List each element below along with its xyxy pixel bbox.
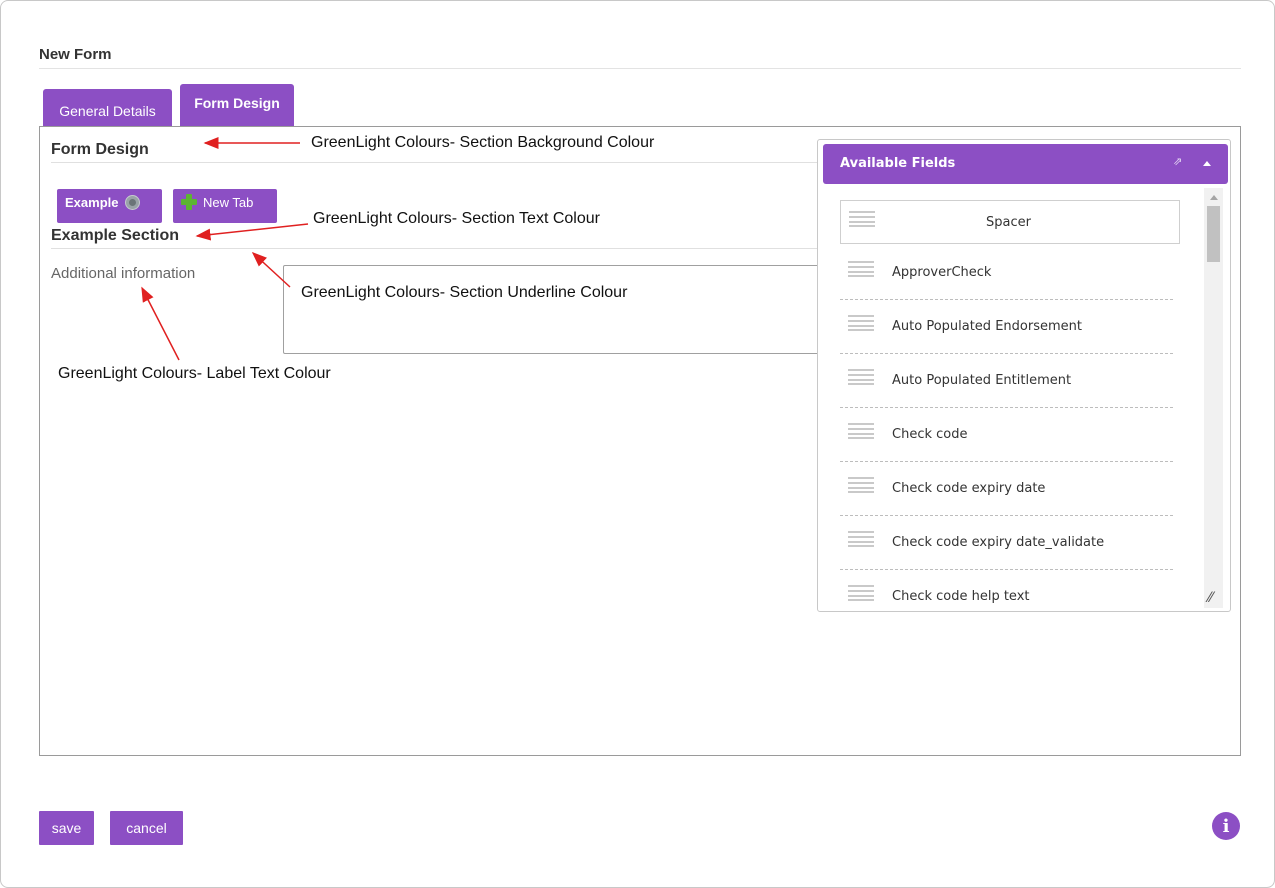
- field-item-check-code[interactable]: Check code: [840, 408, 1173, 462]
- drag-handle-icon: [848, 585, 874, 601]
- gear-icon[interactable]: [126, 195, 140, 209]
- resize-icon[interactable]: ⁄⁄: [1208, 590, 1213, 606]
- new-tab-label: New Tab: [203, 194, 254, 210]
- new-tab-button[interactable]: New Tab: [173, 189, 277, 223]
- field-item-label: Spacer: [986, 215, 1031, 230]
- tab-general-details[interactable]: General Details: [43, 89, 172, 126]
- example-section-title: Example Section: [51, 227, 180, 244]
- collapse-icon[interactable]: [1203, 161, 1211, 166]
- example-tab-label: Example: [65, 194, 119, 210]
- tab-form-design[interactable]: Form Design: [180, 84, 294, 126]
- field-item-approvercheck[interactable]: ApproverCheck: [840, 246, 1173, 300]
- annotation-section-underline: GreenLight Colours- Section Underline Co…: [301, 284, 628, 301]
- field-item-label: Auto Populated Endorsement: [892, 319, 1082, 334]
- save-button[interactable]: save: [39, 811, 94, 845]
- drag-handle-icon: [848, 261, 874, 277]
- field-item-label: Check code: [892, 427, 968, 442]
- page-title: New Form: [39, 46, 112, 63]
- field-item-check-code-help-text[interactable]: Check code help text: [840, 570, 1173, 611]
- example-section-underline: [51, 248, 821, 249]
- section-title: Form Design: [51, 141, 149, 158]
- fields-scrollbar[interactable]: [1204, 188, 1223, 608]
- field-item-label: Check code help text: [892, 589, 1030, 604]
- additional-information-label: Additional information: [51, 265, 196, 282]
- scroll-up-icon[interactable]: [1210, 195, 1218, 200]
- popout-icon[interactable]: ⇗: [1173, 155, 1182, 168]
- drag-handle-icon: [848, 531, 874, 547]
- field-item-label: Check code expiry date: [892, 481, 1046, 496]
- field-item-auto-populated-endorsement[interactable]: Auto Populated Endorsement: [840, 300, 1173, 354]
- field-item-label: Check code expiry date_validate: [892, 535, 1105, 550]
- scroll-thumb[interactable]: [1207, 206, 1220, 262]
- cancel-button[interactable]: cancel: [110, 811, 183, 845]
- field-item-check-code-expiry-date-validate[interactable]: Check code expiry date_validate: [840, 516, 1173, 570]
- drag-handle-icon: [848, 315, 874, 331]
- section-underline: [51, 162, 821, 163]
- field-item-spacer[interactable]: Spacer: [840, 200, 1180, 244]
- annotation-label-text: GreenLight Colours- Label Text Colour: [58, 365, 331, 382]
- available-fields-panel: Available Fields ⇗ Spacer ApproverCheck …: [817, 139, 1231, 612]
- drag-handle-icon: [849, 211, 875, 227]
- available-fields-list: Spacer ApproverCheck Auto Populated Endo…: [818, 188, 1203, 611]
- annotation-section-background: GreenLight Colours- Section Background C…: [311, 134, 655, 151]
- field-item-label: ApproverCheck: [892, 265, 992, 280]
- field-item-auto-populated-entitlement[interactable]: Auto Populated Entitlement: [840, 354, 1173, 408]
- available-fields-header: Available Fields ⇗: [823, 144, 1228, 184]
- field-item-label: Auto Populated Entitlement: [892, 373, 1072, 388]
- annotation-section-text: GreenLight Colours- Section Text Colour: [313, 210, 600, 227]
- plus-icon: [181, 194, 197, 210]
- additional-information-field[interactable]: [283, 265, 823, 354]
- field-item-check-code-expiry-date[interactable]: Check code expiry date: [840, 462, 1173, 516]
- info-icon[interactable]: i: [1212, 812, 1240, 840]
- available-fields-title: Available Fields: [840, 156, 956, 171]
- drag-handle-icon: [848, 423, 874, 439]
- example-tab[interactable]: Example: [57, 189, 162, 223]
- drag-handle-icon: [848, 477, 874, 493]
- title-divider: [39, 68, 1241, 69]
- drag-handle-icon: [848, 369, 874, 385]
